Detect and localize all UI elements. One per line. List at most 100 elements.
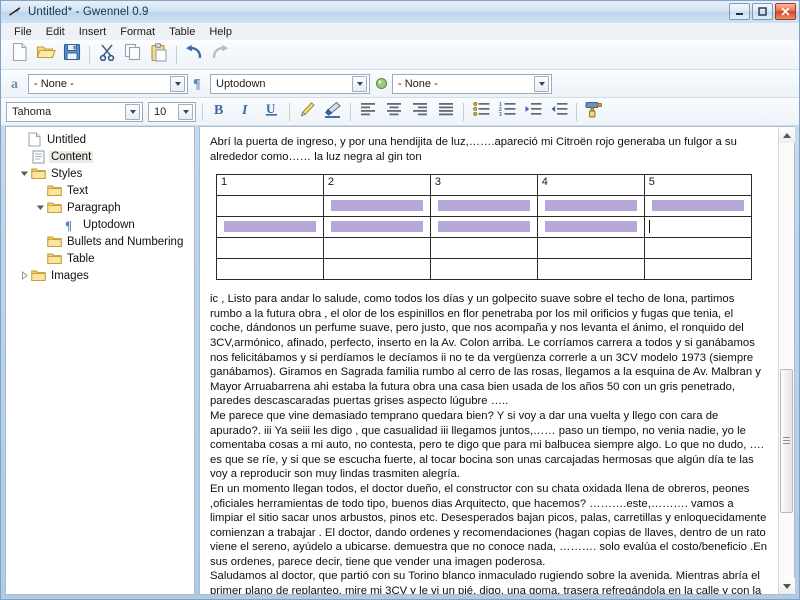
tree-item-uptodown[interactable]: ¶ Uptodown [8,216,194,233]
thumb-grip-icon [782,437,790,445]
scroll-up-arrow-icon[interactable] [778,127,795,143]
save-button[interactable] [59,43,85,67]
align-justify-button[interactable] [433,100,459,124]
decrease-indent-button[interactable] [546,100,572,124]
tree-item-table[interactable]: Table [8,250,194,267]
table-cell[interactable] [322,258,431,281]
document-table[interactable]: 1 2 3 4 5 [216,174,752,281]
redo-button[interactable] [207,43,233,67]
tree-label: Images [51,269,89,282]
document-paragraph[interactable]: ic , Listo para andar lo salude, como to… [210,292,768,409]
table-cell[interactable] [429,237,538,260]
paste-button[interactable] [146,42,172,67]
menu-insert[interactable]: Insert [72,25,114,39]
text-color-pencil-icon [299,101,316,123]
twisty-expanded-icon[interactable] [34,199,46,216]
tree-item-untitled[interactable]: Untitled [8,131,194,148]
character-style-combo[interactable]: - None - [28,73,188,94]
chevron-down-icon[interactable] [125,103,140,120]
svg-text:U: U [266,101,276,116]
table-cell-selected[interactable] [536,216,645,239]
menu-help[interactable]: Help [202,25,239,39]
toolbar-separator [202,102,203,121]
scroll-down-arrow-icon[interactable] [778,578,795,594]
table-cell-caret[interactable] [643,216,752,239]
font-size-combo[interactable]: 10 [148,101,196,122]
tree-item-styles[interactable]: Styles [8,165,194,182]
tree-item-bullets-and-numbering[interactable]: Bullets and Numbering [8,233,194,250]
document-vertical-scrollbar[interactable] [778,127,795,594]
table-cell[interactable] [643,258,752,281]
character-style-value: - None - [34,77,74,90]
document-paragraph[interactable]: Me parece que vine demasiado temprano qu… [210,409,768,482]
twisty-expanded-icon[interactable] [18,165,30,182]
copy-button[interactable] [120,43,146,67]
list-style-combo[interactable]: - None - [392,73,552,94]
maximize-button[interactable] [752,3,773,20]
bold-button[interactable]: B [207,100,233,124]
scrollbar-track[interactable] [779,143,795,578]
minimize-button[interactable] [729,3,750,20]
table-cell[interactable]: 5 [643,174,752,197]
table-cell-selected[interactable] [216,216,324,239]
bullet-list-button[interactable] [468,100,494,124]
tree-item-content[interactable]: Content [8,148,194,165]
table-cell[interactable] [643,237,752,260]
text-caret [648,220,650,234]
chevron-down-icon[interactable] [534,75,549,92]
table-cell-selected[interactable] [536,195,645,218]
table-cell[interactable] [216,237,324,260]
table-cell-selected[interactable] [429,195,538,218]
table-cell[interactable]: 1 [216,174,324,197]
align-left-button[interactable] [355,100,381,124]
open-folder-button[interactable] [33,43,59,67]
table-cell[interactable] [429,258,538,281]
document-intro-paragraph[interactable]: Abrí la puerta de ingreso, y por una hen… [210,135,768,164]
table-cell[interactable] [536,258,645,281]
svg-text:B: B [214,103,223,117]
text-color-button[interactable] [294,100,320,124]
chevron-down-icon[interactable] [352,75,367,92]
document-paragraph[interactable]: Saludamos al doctor, que partió con su T… [210,569,768,594]
align-center-button[interactable] [381,100,407,124]
tree-item-paragraph[interactable]: Paragraph [8,199,194,216]
increase-indent-button[interactable] [520,100,546,124]
italic-button[interactable]: I [233,100,259,124]
paragraph-style-combo[interactable]: Uptodown [210,73,370,94]
twisty-collapsed-icon[interactable] [18,267,30,284]
document-paragraph[interactable]: En un momento llegan todos, el doctor du… [210,482,768,570]
table-cell-selected[interactable] [322,195,431,218]
table-cell-selected[interactable] [322,216,431,239]
table-cell[interactable] [216,258,324,281]
tree-item-text[interactable]: Text [8,182,194,199]
highlight-color-button[interactable] [320,100,346,124]
align-right-button[interactable] [407,100,433,124]
table-cell-selected[interactable] [429,216,538,239]
menu-format[interactable]: Format [113,25,162,39]
table-cell[interactable] [536,237,645,260]
folder-icon [30,166,47,182]
menu-file[interactable]: File [7,25,39,39]
chevron-down-icon[interactable] [178,103,193,120]
tree-item-images[interactable]: Images [8,267,194,284]
table-cell[interactable]: 4 [536,174,645,197]
menu-table[interactable]: Table [162,25,202,39]
document-structure-tree[interactable]: Untitled Content Styles Text Paragraph ¶… [5,126,195,595]
document-canvas[interactable]: Abrí la puerta de ingreso, y por una hen… [200,127,778,594]
scrollbar-thumb[interactable] [779,369,793,513]
undo-button[interactable] [181,43,207,67]
format-paint-button[interactable] [581,100,607,124]
table-cell[interactable] [216,195,324,218]
font-family-combo[interactable]: Tahoma [6,101,143,122]
cut-button[interactable] [94,43,120,67]
numbered-list-button[interactable]: 123 [494,100,520,124]
chevron-down-icon[interactable] [170,75,185,92]
new-document-button[interactable] [7,42,33,67]
table-cell[interactable]: 2 [322,174,431,197]
table-cell-selected[interactable] [643,195,752,218]
underline-button[interactable]: U [259,100,285,124]
close-button[interactable] [775,3,796,20]
table-cell[interactable]: 3 [429,174,538,197]
table-cell[interactable] [322,237,431,260]
menu-edit[interactable]: Edit [39,25,72,39]
